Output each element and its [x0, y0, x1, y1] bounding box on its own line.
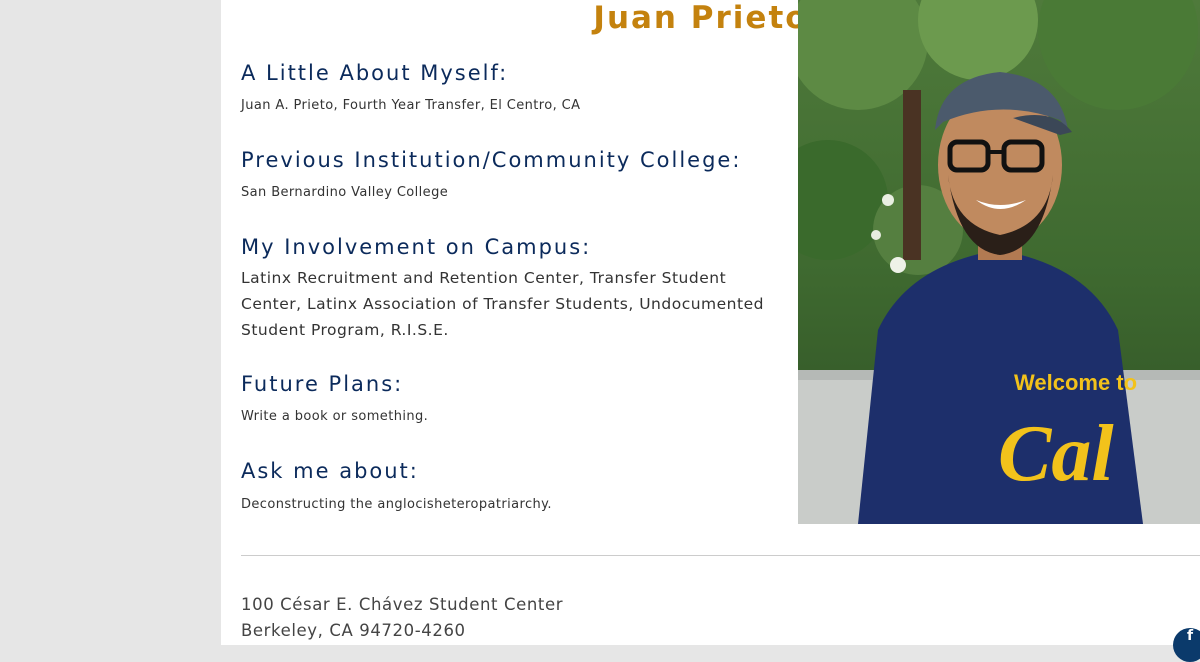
future-plans-text: Write a book or something.	[241, 409, 429, 424]
profile-content: Juan Prieto A Little About Myself: Juan …	[221, 0, 1200, 662]
footer-address: 100 César E. Chávez Student Center Berke…	[241, 592, 563, 644]
shirt-text-top: Welcome to	[1014, 370, 1137, 395]
profile-photo-illustration: Welcome to Cal	[798, 0, 1200, 524]
involvement-text: Latinx Recruitment and Retention Center,…	[241, 269, 764, 339]
involvement-heading: My Involvement on Campus:	[241, 235, 592, 259]
about-text: Juan A. Prieto, Fourth Year Transfer, El…	[241, 98, 581, 113]
about-heading: A Little About Myself:	[241, 61, 509, 85]
profile-photo: Welcome to Cal	[798, 0, 1200, 524]
footer-divider	[241, 555, 1200, 556]
shirt-text-bottom: Cal	[998, 410, 1114, 498]
left-gutter	[0, 0, 221, 645]
previous-institution-heading: Previous Institution/Community College:	[241, 148, 742, 172]
future-plans-heading: Future Plans:	[241, 372, 404, 396]
ask-me-heading: Ask me about:	[241, 459, 419, 483]
address-line-2: Berkeley, CA 94720-4260	[241, 621, 466, 640]
facebook-glyph: f	[1186, 628, 1194, 644]
facebook-icon[interactable]: f	[1173, 628, 1200, 662]
ask-me-text: Deconstructing the anglocisheteropatriar…	[241, 497, 552, 512]
address-line-1: 100 César E. Chávez Student Center	[241, 595, 564, 614]
previous-institution-text: San Bernardino Valley College	[241, 185, 449, 200]
